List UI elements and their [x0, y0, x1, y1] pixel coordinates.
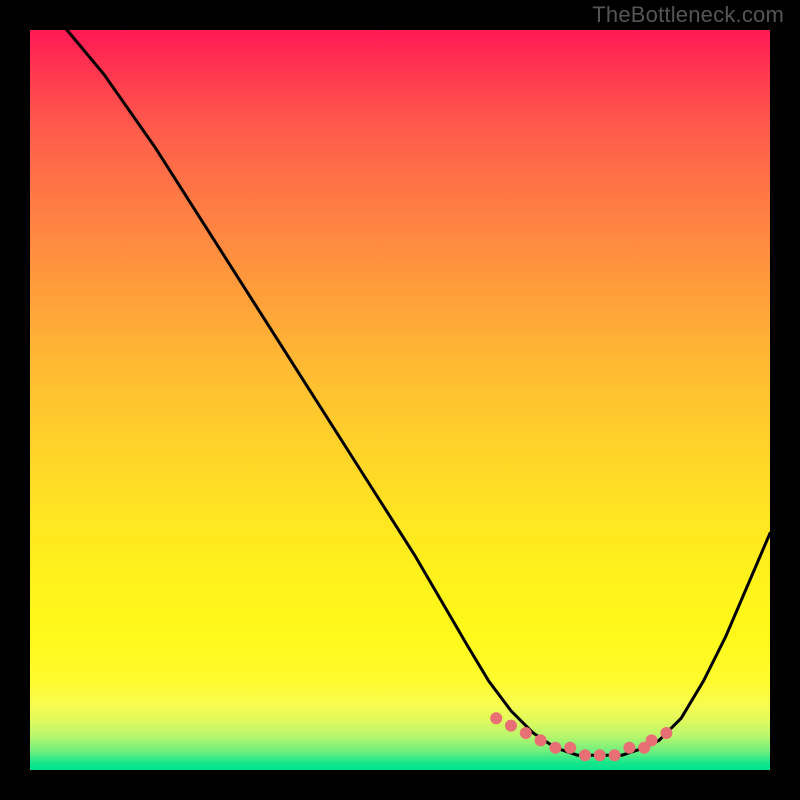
highlight-dots-group	[490, 712, 672, 761]
highlight-dot	[609, 749, 621, 761]
highlight-dot	[660, 727, 672, 739]
highlight-dot	[646, 734, 658, 746]
highlight-dot	[549, 742, 561, 754]
highlight-dot	[623, 742, 635, 754]
bottleneck-curve-path	[67, 30, 770, 755]
watermark-text: TheBottleneck.com	[592, 2, 784, 28]
bottleneck-curve-svg	[30, 30, 770, 770]
highlight-dot	[505, 720, 517, 732]
highlight-dot	[520, 727, 532, 739]
plot-area	[30, 30, 770, 770]
highlight-dot	[564, 742, 576, 754]
highlight-dot	[490, 712, 502, 724]
highlight-dot	[535, 734, 547, 746]
chart-frame: TheBottleneck.com	[0, 0, 800, 800]
highlight-dot	[594, 749, 606, 761]
highlight-dot	[579, 749, 591, 761]
